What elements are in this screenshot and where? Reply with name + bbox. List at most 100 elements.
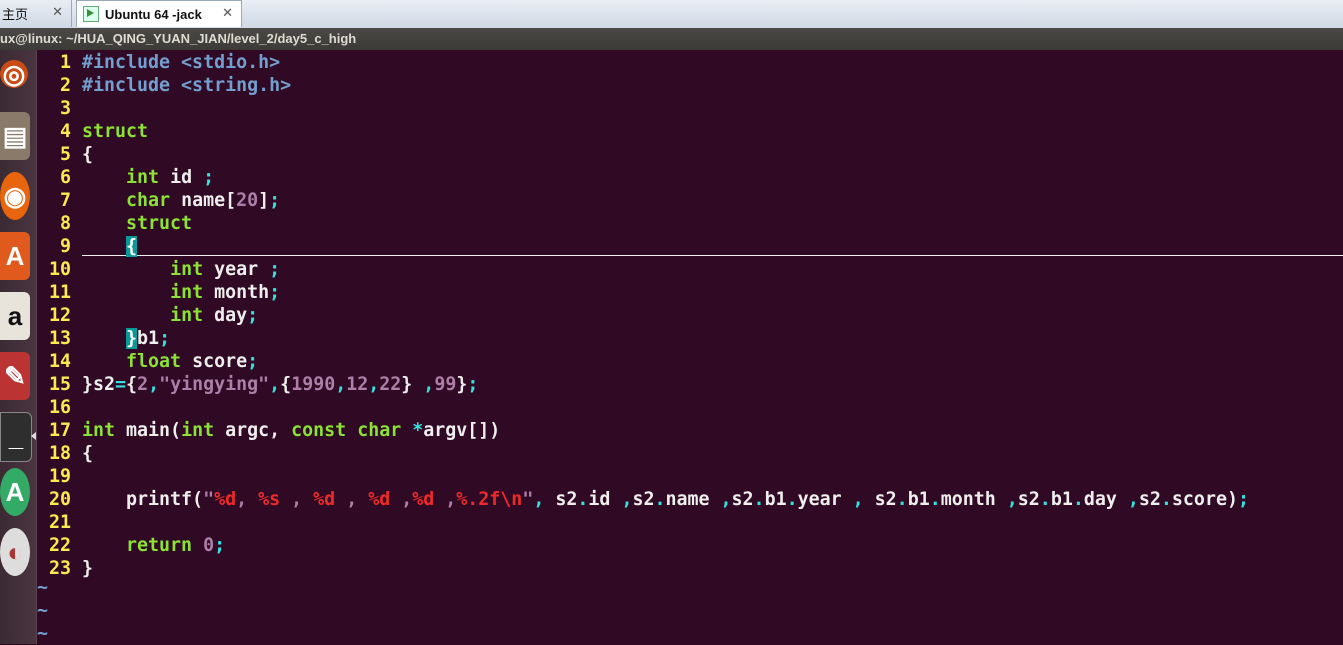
code-token: {	[82, 443, 94, 464]
code-text: int id ;	[82, 166, 214, 189]
code-token: }	[82, 558, 94, 579]
code-token: b1	[137, 328, 160, 349]
code-token: year	[797, 489, 853, 510]
code-token: ;	[269, 282, 281, 303]
window-title-bar: ux@linux: ~/HUA_QING_YUAN_JIAN/level_2/d…	[0, 28, 1343, 50]
code-line: 18 {	[37, 442, 93, 465]
close-icon[interactable]: ✕	[222, 5, 233, 21]
line-number: 5	[59, 144, 71, 165]
code-token: 20	[236, 190, 259, 211]
code-line: 2 #include <string.h>	[37, 74, 291, 97]
code-token: #include <string.h>	[82, 75, 292, 96]
code-token: .	[1072, 489, 1084, 510]
code-token: .	[654, 489, 666, 510]
code-token: s2	[863, 489, 897, 510]
code-text: char name[20];	[82, 189, 280, 212]
code-line: 22 return 0;	[37, 534, 225, 557]
line-number: 15	[48, 374, 71, 395]
code-token: char	[126, 190, 171, 211]
line-number: 18	[48, 443, 71, 464]
code-token: }s2	[82, 374, 116, 395]
code-token: ;	[1237, 489, 1249, 510]
code-line: 3	[37, 97, 71, 120]
code-token: ;	[247, 351, 259, 372]
code-token: day	[203, 305, 248, 326]
code-line: 5{	[37, 143, 93, 166]
code-token: ,	[148, 374, 160, 395]
code-token: year	[203, 259, 270, 280]
files-icon[interactable]: ▤	[0, 112, 30, 160]
code-token: s2	[544, 489, 578, 510]
update-manager-icon[interactable]: A	[0, 468, 30, 516]
empty-buffer-line: ~	[37, 600, 49, 621]
code-text: }s2={2,"yingying",{1990,12,22} ,99};	[82, 373, 478, 396]
code-token: argv[])	[423, 420, 501, 441]
empty-buffer-line: ~	[37, 623, 49, 644]
vm-icon	[83, 6, 99, 22]
code-token: name	[665, 489, 721, 510]
code-token: ,	[434, 489, 457, 510]
terminal-icon[interactable]: _	[0, 412, 32, 462]
code-token: {	[126, 374, 138, 395]
code-token: ,	[390, 489, 413, 510]
line-number: 3	[59, 98, 71, 119]
vim-editor[interactable]: 1 #include <stdio.h> 2 #include <string.h> 3…	[37, 50, 1343, 644]
code-token: ,	[423, 374, 435, 395]
code-token: int	[170, 259, 204, 280]
software-center-icon[interactable]: A	[0, 232, 30, 280]
close-icon[interactable]: ✕	[52, 4, 63, 20]
firefox-icon[interactable]: ◉	[0, 172, 30, 220]
line-number: 13	[48, 328, 71, 349]
code-token: ;	[159, 328, 171, 349]
code-token: %d	[412, 489, 435, 510]
code-line: 11 int month;	[37, 281, 280, 304]
dvd-icon[interactable]: ◐	[0, 528, 30, 576]
code-token: ;	[203, 167, 215, 188]
code-token: .	[786, 489, 798, 510]
code-token: .	[577, 489, 589, 510]
tab-home[interactable]: 主页 ✕	[0, 0, 72, 27]
code-line: 20 printf("%d, %s , %d , %d ,%d ,%.2f\n"…	[37, 488, 1249, 511]
code-token: main(	[115, 420, 182, 441]
code-token: s2	[1138, 489, 1161, 510]
tab-ubuntu-vm[interactable]: Ubuntu 64 -jack ✕	[76, 0, 242, 27]
settings-icon[interactable]: ✎	[0, 352, 30, 400]
code-token: int	[170, 282, 204, 303]
code-token: struct	[82, 121, 149, 142]
line-number: 10	[48, 259, 71, 280]
code-token: }	[401, 374, 424, 395]
code-token: return	[126, 535, 193, 556]
code-token: }	[456, 374, 468, 395]
code-token: month	[203, 282, 270, 303]
code-token: const	[291, 420, 347, 441]
code-token: ,	[335, 374, 347, 395]
code-line: 21	[37, 511, 71, 534]
code-token: ;	[247, 305, 259, 326]
code-line: 1 #include <stdio.h>	[37, 51, 280, 74]
code-token: ,	[533, 489, 545, 510]
code-text: int day;	[82, 304, 258, 327]
code-token: ,	[280, 489, 314, 510]
code-token: float	[126, 351, 182, 372]
code-token: ;	[467, 374, 479, 395]
dash-icon[interactable]: ◎	[0, 60, 28, 88]
code-token: struct	[126, 213, 193, 234]
code-token: #include <stdio.h>	[82, 52, 281, 73]
code-text: {	[82, 442, 93, 465]
code-text: int month;	[82, 281, 280, 304]
code-line: 15}s2={2,"yingying",{1990,12,22} ,99};	[37, 373, 478, 396]
line-number: 17	[48, 420, 71, 441]
code-token: score	[181, 351, 248, 372]
code-token: 2	[137, 374, 149, 395]
amazon-icon[interactable]: a	[0, 292, 30, 340]
code-token: ,	[269, 374, 281, 395]
code-token: int	[170, 305, 204, 326]
code-token: int	[181, 420, 215, 441]
